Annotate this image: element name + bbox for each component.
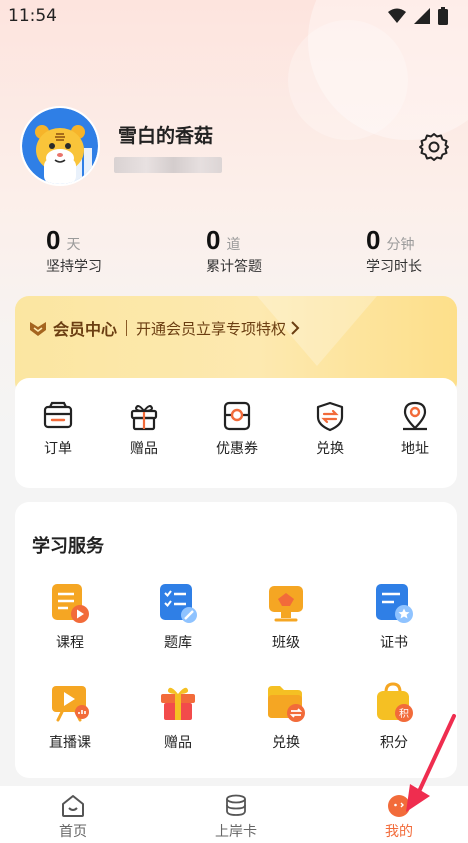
service-certificate[interactable]: 证书 — [354, 582, 434, 652]
tiger-avatar-icon — [22, 108, 98, 184]
wallet-icon — [43, 401, 73, 429]
service-course[interactable]: 课程 — [30, 582, 110, 652]
section-title: 学习服务 — [32, 536, 104, 557]
order-item-label: 优惠券 — [216, 441, 258, 457]
settings-button[interactable] — [418, 131, 450, 163]
stat-value: 0 — [366, 225, 381, 255]
order-item-label: 赠品 — [130, 441, 158, 457]
order-item-label: 兑换 — [316, 441, 344, 457]
course-icon — [52, 584, 89, 623]
status-bar: 11:54 — [0, 0, 468, 34]
service-label: 赠品 — [164, 735, 192, 751]
chevron-right-icon — [291, 321, 300, 335]
status-icons — [388, 7, 448, 25]
service-label: 课程 — [56, 635, 84, 651]
gear-icon — [419, 133, 449, 161]
vip-title: 会员中心 — [53, 320, 118, 339]
live-class-icon — [52, 686, 89, 722]
order-item-coupons[interactable]: 优惠券 — [202, 400, 272, 458]
decor-circle — [288, 20, 408, 140]
order-item-orders[interactable]: 订单 — [23, 400, 93, 458]
service-exchange[interactable]: 兑换 — [246, 682, 326, 752]
battery-icon — [438, 7, 448, 25]
exchange-folder-icon — [268, 686, 305, 722]
stat-label: 学习时长 — [366, 259, 422, 275]
service-gifts[interactable]: 赠品 — [138, 682, 218, 752]
nav-label: 我的 — [385, 824, 413, 840]
stat-unit: 道 — [226, 237, 241, 253]
service-class[interactable]: 班级 — [246, 582, 326, 652]
stat-unit: 分钟 — [386, 237, 415, 253]
stat-study-time[interactable]: 0 分钟 学习时长 — [366, 225, 422, 276]
nav-label: 首页 — [59, 824, 87, 840]
service-live-class[interactable]: 直播课 — [30, 682, 110, 752]
status-time: 11:54 — [8, 6, 57, 26]
blurred-user-id — [114, 157, 222, 173]
stat-label: 累计答题 — [206, 259, 262, 275]
vip-crown-icon — [30, 322, 46, 336]
service-label: 直播课 — [49, 735, 91, 751]
order-item-gifts[interactable]: 赠品 — [109, 400, 179, 458]
home-icon — [62, 795, 84, 817]
card-stack-icon — [226, 794, 246, 816]
service-label: 兑换 — [272, 735, 300, 751]
service-label: 题库 — [164, 635, 192, 651]
stat-value: 0 — [46, 225, 61, 255]
annotation-arrow-icon — [406, 714, 456, 812]
service-label: 班级 — [272, 635, 300, 651]
stat-unit: 天 — [66, 237, 81, 253]
order-item-exchange[interactable]: 兑换 — [295, 400, 365, 458]
order-item-label: 订单 — [44, 441, 72, 457]
vip-divider — [126, 320, 128, 336]
class-icon — [269, 586, 303, 622]
service-label: 证书 — [380, 635, 408, 651]
stat-study-days[interactable]: 0 天 坚持学习 — [46, 225, 102, 276]
avatar[interactable] — [20, 106, 100, 186]
wifi-icon — [388, 8, 406, 23]
stat-label: 坚持学习 — [46, 259, 102, 275]
question-bank-icon — [160, 584, 197, 623]
nav-label: 上岸卡 — [215, 824, 257, 840]
service-question-bank[interactable]: 题库 — [138, 582, 218, 652]
exchange-icon — [316, 401, 344, 432]
order-shortcuts: 订单 赠品 优惠券 兑换 地址 — [15, 378, 457, 488]
order-item-address[interactable]: 地址 — [380, 400, 450, 458]
nav-card[interactable]: 上岸卡 — [196, 794, 276, 841]
gift-icon — [130, 405, 158, 431]
nav-home[interactable]: 首页 — [33, 794, 113, 841]
location-icon — [403, 401, 427, 431]
stat-value: 0 — [206, 225, 221, 255]
certificate-icon — [376, 584, 413, 623]
stat-answered[interactable]: 0 道 累计答题 — [206, 225, 262, 276]
gift-box-icon — [161, 687, 195, 720]
vip-description: 开通会员立享专项特权 — [136, 319, 287, 338]
signal-icon — [414, 8, 430, 24]
coupon-icon — [223, 401, 251, 431]
order-item-label: 地址 — [401, 441, 429, 457]
username[interactable]: 雪白的香菇 — [118, 121, 213, 148]
